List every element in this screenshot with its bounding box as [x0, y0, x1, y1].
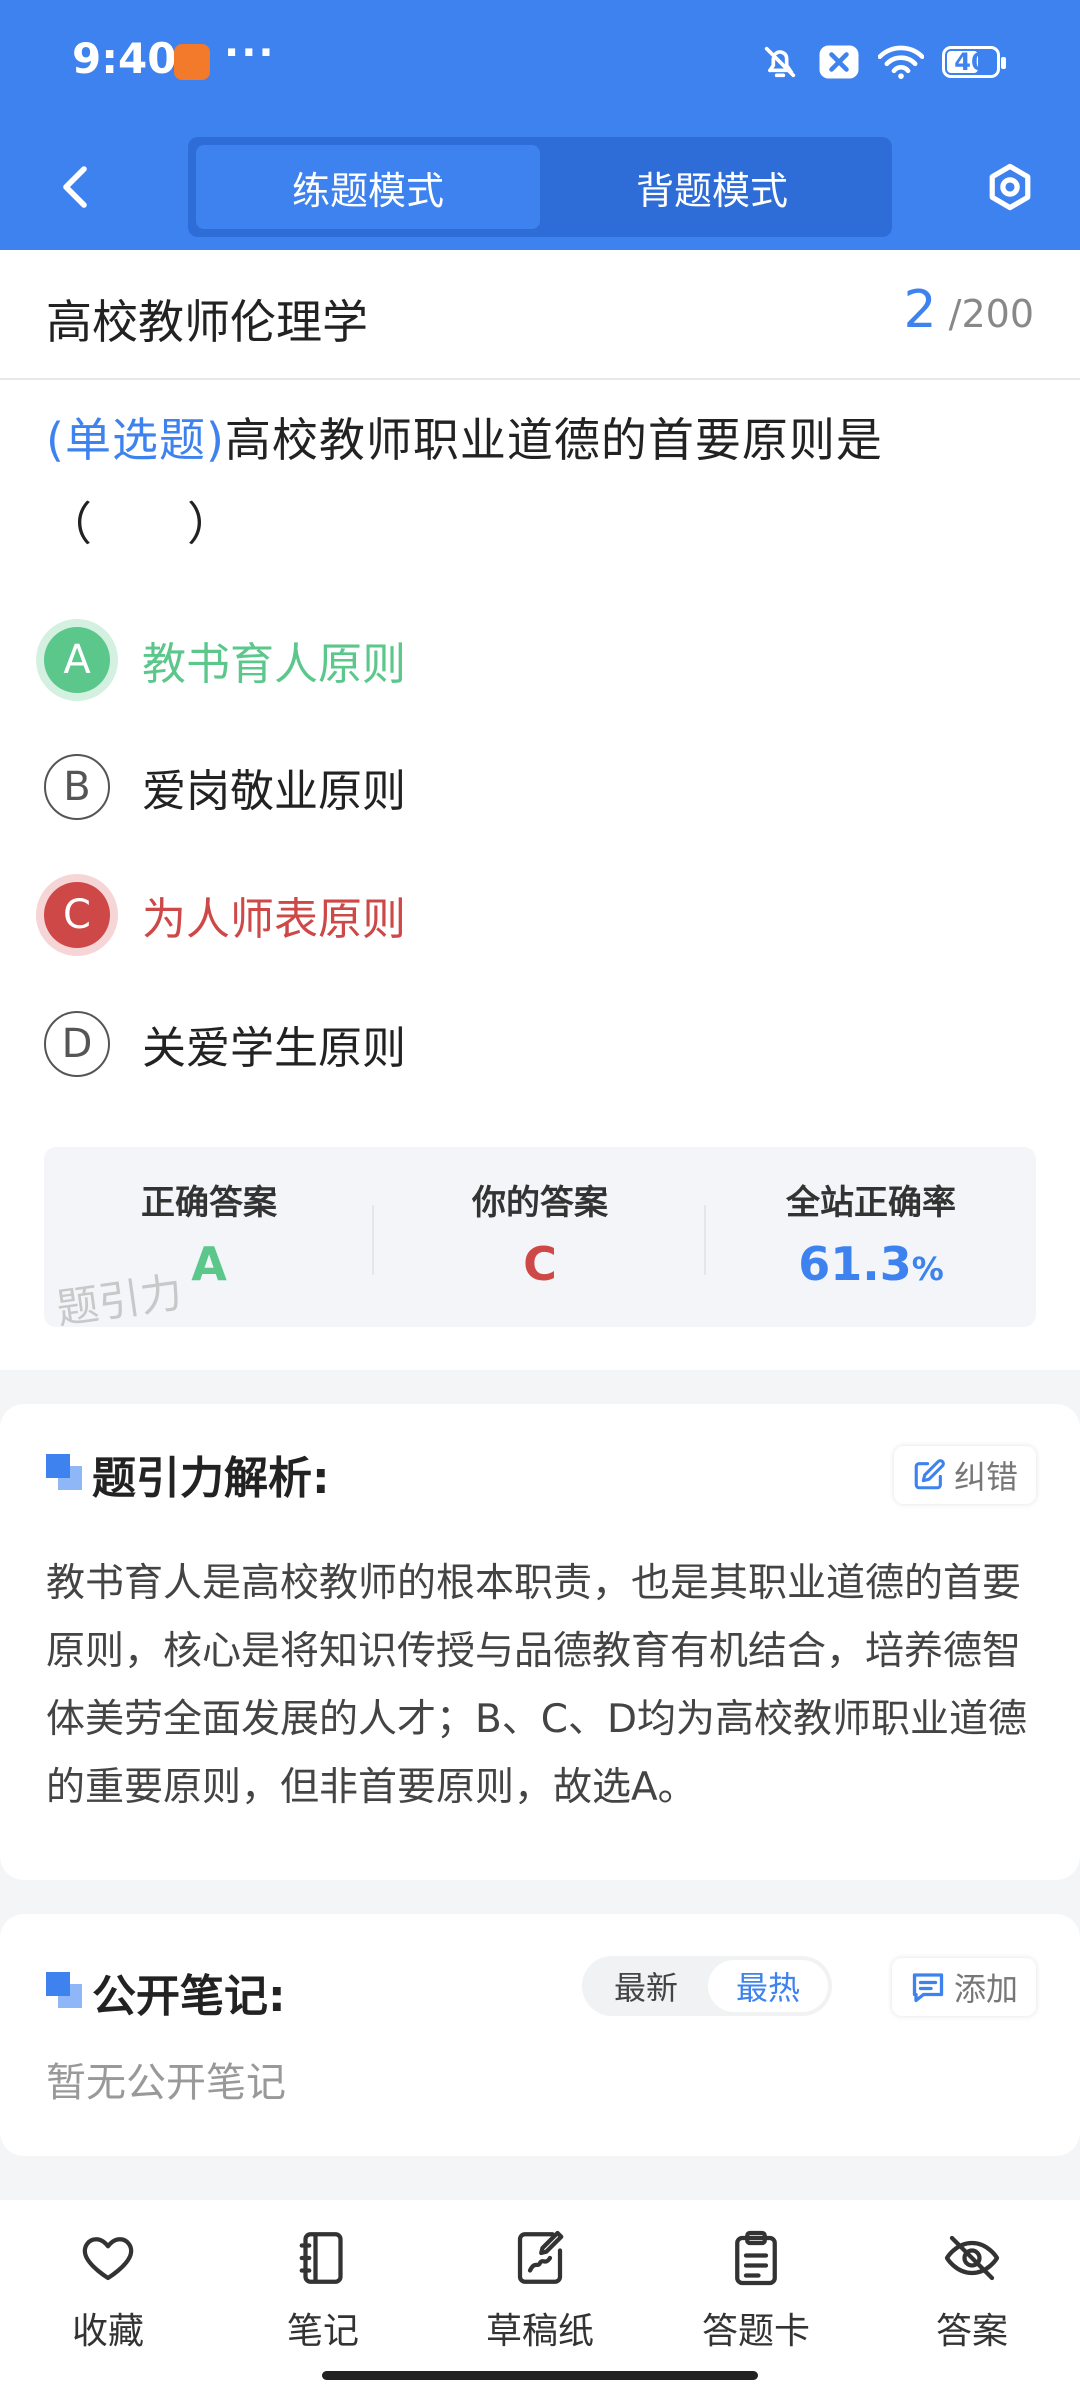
mode-switch: 练题模式 背题模式: [188, 137, 892, 237]
option-d[interactable]: D 关爱学生原则: [44, 1004, 944, 1084]
notes-button[interactable]: 笔记: [243, 2228, 403, 2352]
answer-stats: 正确答案 A 你的答案 C 全站正确率 61.3% 题引力: [44, 1147, 1036, 1334]
heart-icon: [82, 2237, 134, 2281]
answer-sheet-label: 答题卡: [701, 2311, 810, 2352]
app-header: 9:40 ··· 40 练题模式 背题模式: [0, 0, 1080, 250]
section-icon: [46, 1454, 82, 1490]
total-question-count: 200: [961, 292, 1034, 336]
show-answer-label: 答案: [935, 2311, 1008, 2352]
subject-row: 高校教师伦理学 2 /200: [0, 250, 1080, 380]
battery-level: 40: [954, 48, 988, 76]
question-card: 高校教师伦理学 2 /200 (单选题)高校教师职业道德的首要原则是（ ） A …: [0, 250, 1080, 1370]
home-indicator[interactable]: [322, 2371, 758, 2380]
more-notifications-icon: ···: [224, 30, 276, 76]
question-type-label: (单选题): [46, 413, 225, 467]
answer-sheet-icon: [735, 2230, 777, 2286]
stat-label: 正确答案: [141, 1183, 277, 1223]
bell-off-icon: [764, 46, 796, 78]
add-note-label: 添加: [953, 1970, 1018, 2008]
draft-paper-icon: [517, 2230, 564, 2284]
status-icons: 40: [760, 40, 1006, 84]
option-c[interactable]: C 为人师表原则: [44, 875, 944, 955]
settings-button[interactable]: [976, 153, 1044, 221]
stat-your-answer: 你的答案 C: [375, 1147, 705, 1327]
sort-hot-option[interactable]: 最热: [708, 1960, 828, 2012]
public-notes-title: 公开笔记:: [92, 1971, 286, 2022]
close-notification-icon: [819, 45, 859, 79]
favorite-label: 收藏: [71, 2311, 144, 2352]
notes-label: 笔记: [286, 2311, 359, 2352]
empty-notes-text: 暂无公开笔记: [46, 2060, 286, 2106]
bottom-toolbar: 收藏 笔记 草稿纸 答题卡 答案: [0, 2200, 1080, 2400]
notes-sort-toggle: 最新 最热: [582, 1956, 832, 2016]
add-note-button[interactable]: 添加: [891, 1958, 1036, 2016]
divider: [372, 1205, 374, 1275]
subject-title: 高校教师伦理学: [46, 295, 368, 349]
option-letter: B: [44, 754, 110, 820]
show-answer-button[interactable]: 答案: [892, 2228, 1052, 2352]
tab-memorize-mode[interactable]: 背题模式: [540, 145, 884, 229]
option-b[interactable]: B 爱岗敬业原则: [44, 747, 944, 827]
status-time: 9:40: [72, 34, 177, 83]
question-text: (单选题)高校教师职业道德的首要原则是（ ）: [46, 398, 1036, 566]
app-notification-icon: [174, 44, 210, 80]
back-button[interactable]: [44, 155, 108, 219]
battery-icon: 40: [942, 46, 1006, 78]
current-question-number: 2: [903, 280, 937, 340]
option-letter: A: [44, 627, 110, 693]
accuracy-rate-unit: %: [911, 1250, 944, 1288]
stat-label: 全站正确率: [786, 1183, 956, 1223]
tab-practice-mode[interactable]: 练题模式: [196, 145, 540, 229]
public-notes-card: 公开笔记: 最新 最热 添加 暂无公开笔记: [0, 1914, 1080, 2156]
progress-separator: /: [948, 292, 962, 336]
option-letter: C: [44, 882, 110, 948]
eye-off-icon: [944, 2235, 1000, 2281]
hexagon-settings-icon: [989, 163, 1031, 211]
report-error-label: 纠错: [953, 1458, 1018, 1496]
option-text: 关爱学生原则: [142, 1023, 406, 1074]
accuracy-rate-value: 61.3%: [706, 1237, 1036, 1291]
comment-add-icon: [912, 1973, 944, 2003]
option-text: 教书育人原则: [142, 639, 406, 690]
answer-sheet-button[interactable]: 答题卡: [676, 2228, 836, 2352]
stat-accuracy-rate: 全站正确率 61.3%: [706, 1147, 1036, 1327]
option-letter: D: [44, 1011, 110, 1077]
draft-paper-button[interactable]: 草稿纸: [460, 2228, 620, 2352]
favorite-button[interactable]: 收藏: [28, 2228, 188, 2352]
section-icon: [46, 1972, 82, 2008]
analysis-card: 题引力解析: 纠错 教书育人是高校教师的根本职责，也是其职业道德的首要原则，核心…: [0, 1404, 1080, 1880]
question-progress: 2 /200: [903, 280, 1034, 340]
sort-latest-option[interactable]: 最新: [586, 1960, 706, 2012]
option-text: 爱岗敬业原则: [142, 766, 406, 817]
option-text: 为人师表原则: [142, 894, 406, 945]
nav-bar: 练题模式 背题模式: [0, 125, 1080, 250]
wifi-icon: [878, 45, 924, 79]
notebook-icon: [299, 2232, 343, 2284]
status-bar: 9:40 ··· 40: [0, 0, 1080, 125]
option-a[interactable]: A 教书育人原则: [44, 620, 944, 700]
chevron-left-icon: [63, 166, 87, 208]
analysis-text: 教书育人是高校教师的根本职责，也是其职业道德的首要原则，核心是将知识传授与品德教…: [46, 1561, 1028, 1810]
draft-paper-label: 草稿纸: [485, 2311, 594, 2352]
your-answer-value: C: [523, 1237, 557, 1291]
report-error-button[interactable]: 纠错: [893, 1446, 1036, 1504]
analysis-title: 题引力解析:: [92, 1453, 330, 1504]
accuracy-rate-number: 61.3: [798, 1237, 912, 1291]
edit-icon: [914, 1459, 945, 1490]
stat-label: 你的答案: [472, 1183, 608, 1223]
